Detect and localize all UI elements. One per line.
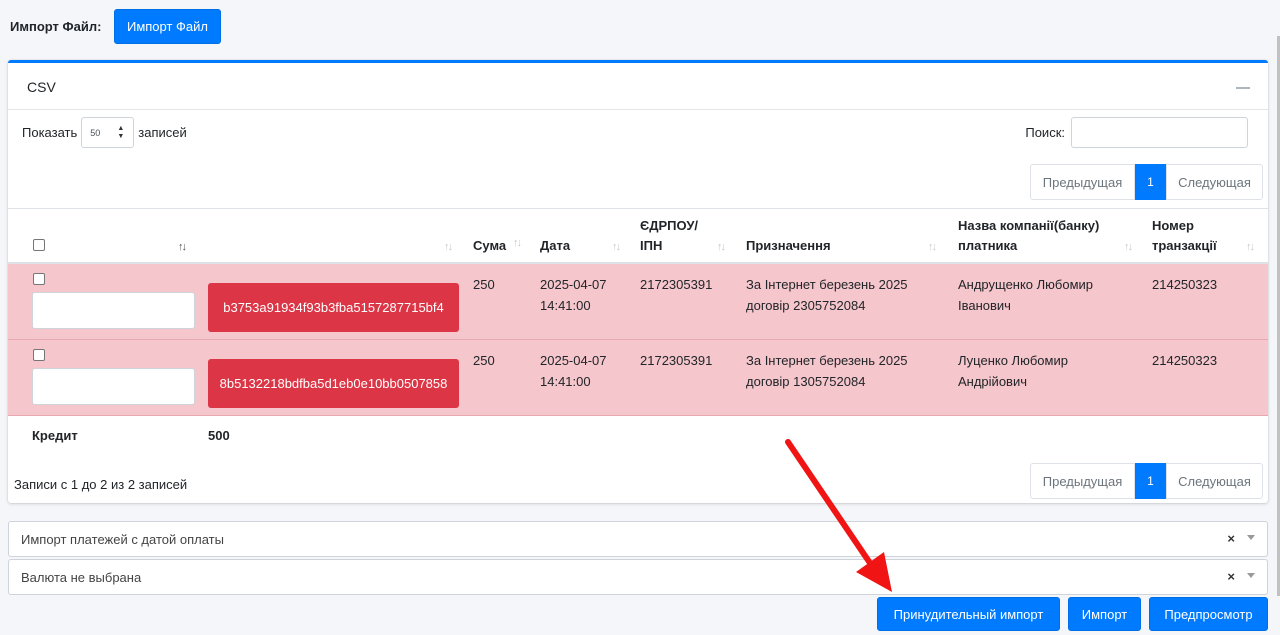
column-header-date[interactable]: Дата ↑↓ [540, 209, 630, 265]
row-hash-button[interactable]: b3753a91934f93b3fba5157287715bf4 [208, 283, 459, 332]
column-header-edrpou[interactable]: ЄДРПОУ/ ІПН ↑↓ [640, 209, 735, 265]
column-header-sum[interactable]: Сума ↑↓ [473, 209, 528, 265]
import-mode-value: Импорт платежей с датой оплаты [21, 532, 224, 547]
transactions-table: ↑↓ ↑↓ Сума ↑↓ Дата ↑↓ ЄДРПОУ/ ІПН ↑↓ При… [8, 208, 1268, 452]
minus-icon[interactable] [1236, 87, 1250, 89]
sort-arrows-icon: ↑↓ [178, 241, 187, 253]
sort-arrows-icon: ↑↓ [444, 241, 453, 253]
cell-date: 2025-04-07 14:41:00 [540, 353, 607, 389]
table-header: ↑↓ ↑↓ Сума ↑↓ Дата ↑↓ ЄДРПОУ/ ІПН ↑↓ При… [8, 208, 1268, 264]
search-label: Поиск: [1025, 124, 1065, 140]
row-checkbox[interactable] [33, 273, 45, 285]
currency-value: Валюта не выбрана [21, 570, 142, 585]
pagination-prev-button[interactable]: Предыдущая [1030, 463, 1135, 499]
cell-company: Андрущенко Любомир Іванович [958, 277, 1094, 313]
entries-label: записей [138, 124, 187, 140]
search-input[interactable] [1071, 116, 1248, 148]
sort-arrows-icon: ↑↓ [1124, 241, 1133, 253]
cell-date: 2025-04-07 14:41:00 [540, 277, 607, 313]
sort-arrows-icon: ↑↓ [612, 241, 621, 253]
table-row: 8b5132218bdfba5d1eb0e10bb0507858 250 202… [8, 340, 1268, 416]
pagination-bottom: Предыдущая 1 Следующая [1030, 463, 1263, 499]
page-length-select[interactable]: 50 ▲ ▼ [81, 116, 135, 148]
cell-sum: 250 [473, 277, 495, 292]
import-file-button[interactable]: Импорт Файл [114, 9, 221, 44]
pagination-next-button[interactable]: Следующая [1166, 164, 1263, 200]
select-all-checkbox[interactable] [33, 239, 45, 251]
column-header-transaction[interactable]: Номер транзакції ↑↓ [1152, 209, 1267, 265]
card-header: CSV [8, 63, 1268, 110]
table-info: Записи с 1 до 2 из 2 записей [14, 477, 188, 492]
pagination-page-button[interactable]: 1 [1135, 164, 1166, 200]
cell-company: Луценко Любомир Андрійович [958, 353, 1068, 389]
caret-down-icon[interactable] [1247, 573, 1255, 578]
row-text-input[interactable] [32, 368, 195, 405]
sort-arrows-icon: ↑↓ [717, 241, 726, 253]
column-header-unnamed-2[interactable]: ↑↓ [444, 209, 464, 265]
pagination-next-button[interactable]: Следующая [1166, 463, 1263, 499]
cell-purpose: За Інтернет березень 2025 договір 130575… [746, 353, 908, 389]
card-title: CSV [27, 79, 56, 95]
footer-credit-total: 500 [208, 428, 230, 443]
sort-arrows-icon: ↑↓ [513, 237, 522, 249]
cell-transaction: 214250323 [1152, 277, 1218, 292]
csv-card: CSV Показать 50 ▲ ▼ записей Поиск: Предыд… [8, 60, 1268, 503]
pagination-top: Предыдущая 1 Следующая [1030, 164, 1263, 200]
preview-button[interactable]: Предпросмотр [1149, 597, 1268, 631]
clear-x-icon[interactable]: × [1227, 531, 1235, 546]
cell-transaction: 214250323 [1152, 353, 1218, 368]
column-header-company[interactable]: Назва компанії(банку) платника ↑↓ [958, 209, 1148, 265]
sort-arrows-icon: ↑↓ [928, 241, 937, 253]
search-control: Поиск: [1025, 116, 1248, 148]
import-mode-select[interactable]: Импорт платежей с датой оплаты × [8, 521, 1268, 557]
column-header-purpose[interactable]: Призначення ↑↓ [746, 209, 946, 265]
column-header-unnamed-1[interactable]: ↑↓ [178, 209, 198, 265]
import-file-label: Импорт Файл: [10, 19, 102, 34]
pagination-page-button[interactable]: 1 [1135, 463, 1166, 499]
table-row: b3753a91934f93b3fba5157287715bf4 250 202… [8, 264, 1268, 340]
footer-credit-label: Кредит [32, 428, 78, 443]
caret-down-icon[interactable] [1247, 535, 1255, 540]
clear-x-icon[interactable]: × [1227, 569, 1235, 584]
page-length-control: Показать 50 ▲ ▼ записей [22, 116, 187, 148]
select-arrows-icon: ▲ ▼ [117, 124, 125, 140]
cell-edrpou: 2172305391 [640, 353, 713, 368]
row-text-input[interactable] [32, 292, 195, 329]
cell-sum: 250 [473, 353, 495, 368]
cell-purpose: За Інтернет березень 2025 договір 230575… [746, 277, 908, 313]
row-hash-button[interactable]: 8b5132218bdfba5d1eb0e10bb0507858 [208, 359, 459, 408]
table-footer: Кредит 500 [8, 416, 1268, 452]
cell-edrpou: 2172305391 [640, 277, 713, 292]
row-checkbox[interactable] [33, 349, 45, 361]
sort-arrows-icon: ↑↓ [1246, 241, 1255, 253]
page-length-value: 50 [90, 127, 101, 138]
show-label: Показать [22, 124, 78, 140]
top-bar: Импорт Файл: Импорт Файл [0, 0, 1280, 58]
import-button[interactable]: Импорт [1068, 597, 1141, 631]
currency-select[interactable]: Валюта не выбрана × [8, 559, 1268, 595]
pagination-prev-button[interactable]: Предыдущая [1030, 164, 1135, 200]
force-import-button[interactable]: Принудительный импорт [877, 597, 1060, 631]
